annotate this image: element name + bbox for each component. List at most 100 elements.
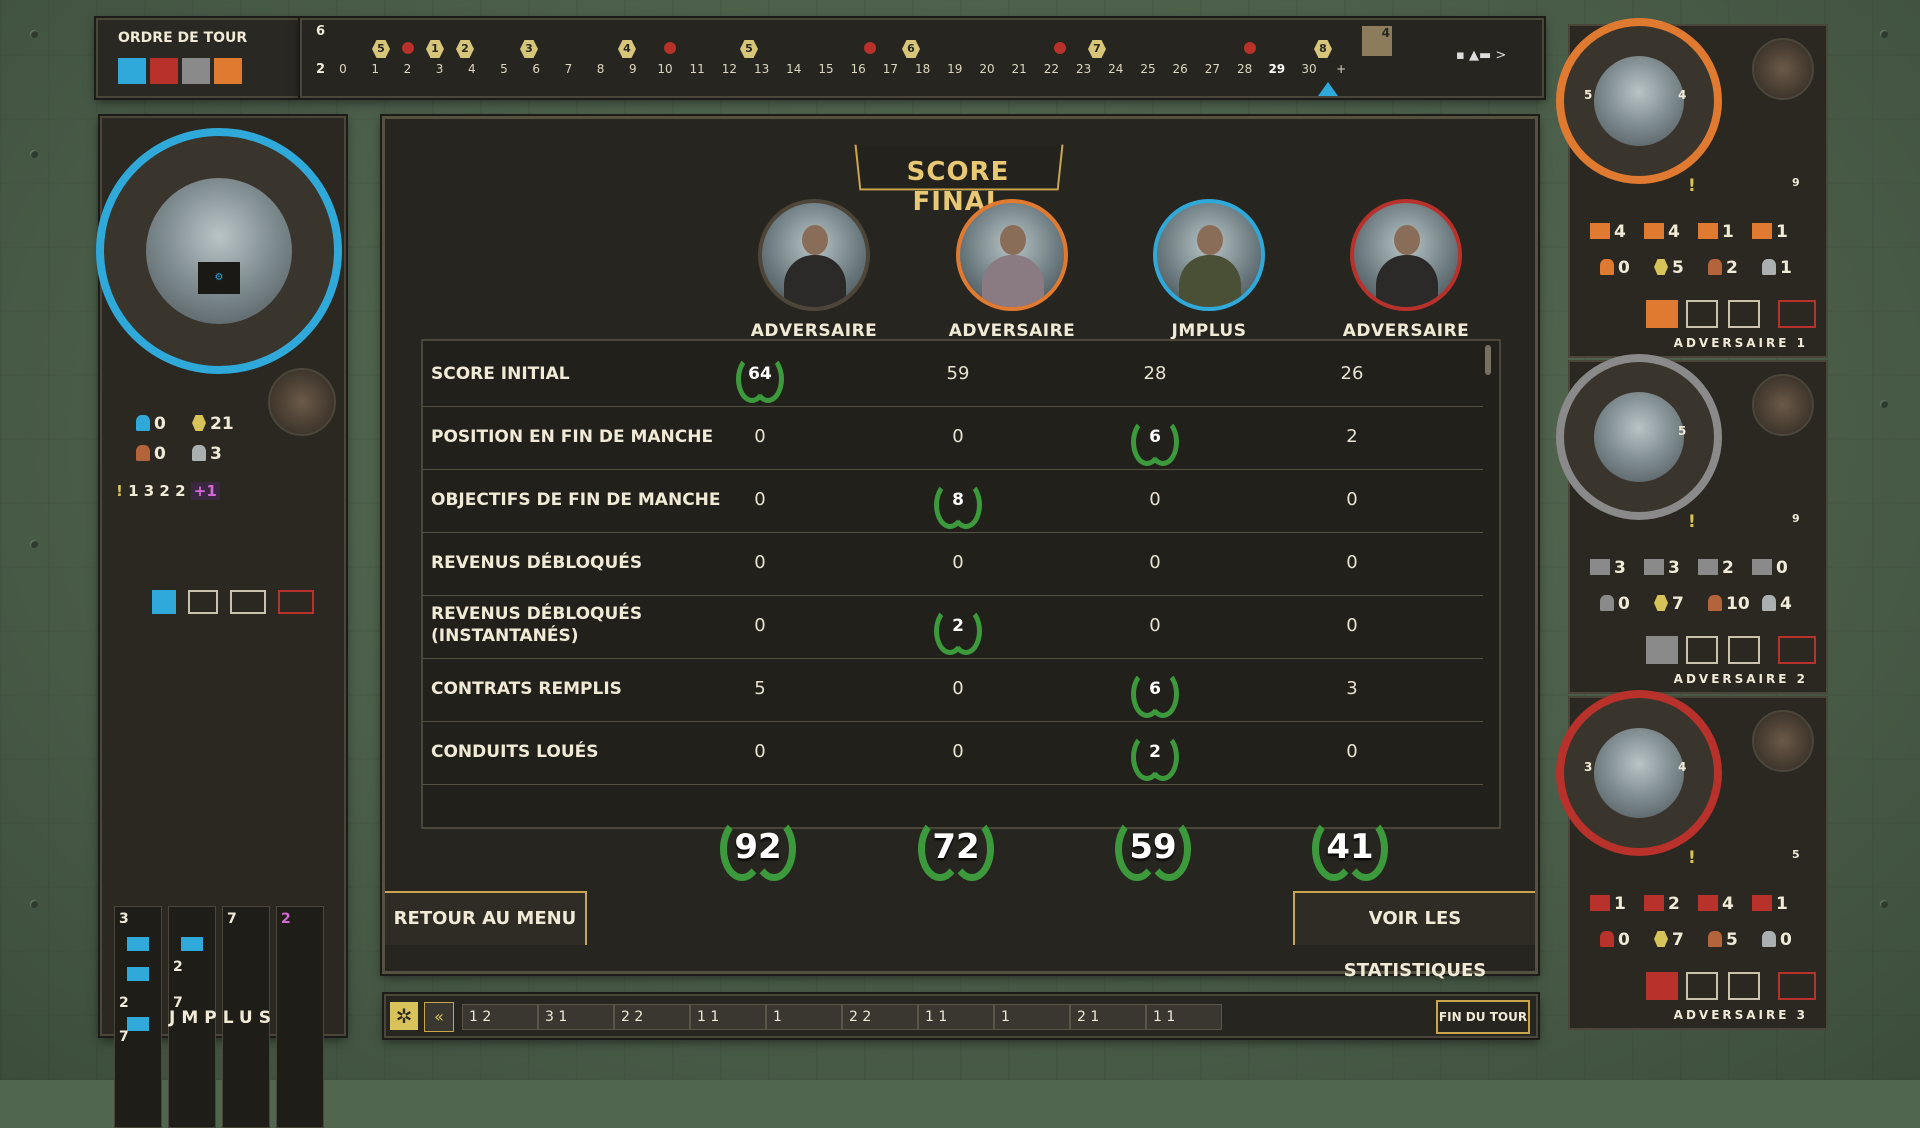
rivet xyxy=(30,540,38,548)
building-count: 3 xyxy=(1590,558,1626,578)
player-avatar xyxy=(268,368,336,436)
score-value: 0 xyxy=(952,426,964,447)
warning-icon: ! xyxy=(1688,176,1696,196)
row-label-text: POSITION EN FIN DE MANCHE xyxy=(431,427,714,447)
score-value: 6 xyxy=(1149,679,1161,699)
track-tick: 21 xyxy=(1011,62,1027,76)
history-action[interactable]: 2 1 xyxy=(1070,1004,1146,1030)
opponent-board[interactable]: 5! 9 3 3 2 0 0 7 10 4 ADVERSAIRE 2 xyxy=(1556,354,1828,694)
building-slot-active[interactable] xyxy=(152,590,176,614)
view-statistics-button[interactable]: VOIR LES STATISTIQUES xyxy=(1293,891,1535,981)
rewind-icon[interactable]: « xyxy=(424,1002,454,1032)
building-slot[interactable] xyxy=(1728,636,1760,664)
resource-count: 0 xyxy=(1600,594,1630,614)
player-name: JMPLUS xyxy=(1171,321,1247,341)
player-board-jmplus: ⚙ 0 21 0 3 ! 1 3 2 2 +1 3 2 7 2 7 7 2 JM… xyxy=(96,116,346,1128)
score-table[interactable]: SCORE INITIAL 64 59 28 26 POSITION EN FIN DE … xyxy=(421,339,1501,829)
row-label: POSITION EN FIN DE MANCHE xyxy=(431,426,713,448)
end-turn-button[interactable]: FIN DU TOUR xyxy=(1436,1000,1530,1034)
building-slot[interactable] xyxy=(1778,636,1816,664)
player-wheel[interactable]: ⚙ xyxy=(96,128,342,374)
card-count: 5 xyxy=(1792,848,1800,861)
building-slot[interactable] xyxy=(1728,300,1760,328)
track-tick: 14 xyxy=(786,62,802,76)
building-count: 3 xyxy=(1644,558,1680,578)
opponent-board[interactable]: 3 4! 5 1 2 4 1 0 7 5 0 ADVERSAIRE 3 xyxy=(1556,690,1828,1030)
score-value: 0 xyxy=(952,552,964,573)
track-tick: 8 xyxy=(596,62,605,76)
track-tick: 16 xyxy=(850,62,866,76)
building-count-value: 2 xyxy=(1722,558,1734,578)
track-badge: 5 xyxy=(740,40,758,58)
building-slot[interactable] xyxy=(188,590,218,614)
track-tick: 27 xyxy=(1204,62,1221,76)
player-name: JMPLUS xyxy=(169,1008,277,1028)
track-tick: 4 xyxy=(467,62,476,76)
row-label-text: REVENUS DÉBLOQUÉS xyxy=(431,553,643,573)
track-tick: 22 xyxy=(1043,62,1060,76)
opponent-wheel[interactable]: 34 xyxy=(1556,690,1722,856)
row-label-text: CONTRATS REMPLIS xyxy=(431,679,622,699)
history-action[interactable]: 2 2 xyxy=(842,1004,918,1030)
track-tick: 15 xyxy=(818,62,834,76)
score-row: CONTRATS REMPLIS 5 0 6 3 xyxy=(423,658,1483,722)
track-badge: 1 xyxy=(426,40,444,58)
building-slot[interactable] xyxy=(1778,972,1816,1000)
score-value: 28 xyxy=(1143,363,1167,384)
history-action[interactable]: 1 1 xyxy=(918,1004,994,1030)
resource-count-value: 7 xyxy=(1672,930,1684,950)
history-action[interactable]: 1 1 xyxy=(1146,1004,1222,1030)
track-value: 7 xyxy=(227,911,237,927)
score-value: 64 xyxy=(748,364,772,384)
laurel-badge: 64 xyxy=(734,353,786,403)
card-count: 9 xyxy=(1792,512,1800,525)
building-slot[interactable] xyxy=(1686,636,1718,664)
opponent-wheel[interactable]: 5 xyxy=(1556,354,1722,520)
back-to-menu-button[interactable]: RETOUR AU MENU xyxy=(385,891,587,945)
excavator-icon xyxy=(136,445,150,461)
building-slot[interactable] xyxy=(1778,300,1816,328)
history-action[interactable]: 1 xyxy=(766,1004,842,1030)
score-row: OBJECTIFS DE FIN DE MANCHE 0 8 0 0 xyxy=(423,469,1483,533)
resource-count-value: 0 xyxy=(1780,930,1792,950)
score-value: 5 xyxy=(754,678,766,699)
track-tick: 24 xyxy=(1108,62,1124,76)
opponent-building-slots xyxy=(1600,972,1816,1000)
opponent-wheel[interactable]: 54 xyxy=(1556,18,1722,184)
building-count: 2 xyxy=(1698,558,1734,578)
history-action[interactable]: 3 1 xyxy=(538,1004,614,1030)
track-slot xyxy=(181,937,203,951)
score-value: 3 xyxy=(1346,678,1358,699)
player-portrait xyxy=(1153,199,1265,311)
row-label: CONTRATS REMPLIS xyxy=(431,678,622,700)
score-value: 0 xyxy=(952,741,964,762)
building-count: 4 xyxy=(1698,894,1734,914)
track-summary-icon[interactable]: ▪ ▲▬ > xyxy=(1456,48,1526,68)
history-action[interactable]: 2 2 xyxy=(614,1004,690,1030)
track-badge: 8 xyxy=(1314,40,1332,58)
building-slot[interactable] xyxy=(1646,300,1678,328)
scrollbar[interactable] xyxy=(1485,345,1491,375)
track-tick: 10 xyxy=(657,62,673,76)
building-slot[interactable] xyxy=(1728,972,1760,1000)
resource-count: 4 xyxy=(1762,594,1792,614)
resource-count: 7 xyxy=(1654,594,1684,614)
track-slot xyxy=(127,967,149,981)
building-slot[interactable] xyxy=(1646,636,1678,664)
resource-count-value: 7 xyxy=(1672,594,1684,614)
opponent-board[interactable]: 5 4! 9 4 4 1 1 0 5 2 1 ADVERSAIRE 1 xyxy=(1556,18,1828,358)
settings-gear-icon[interactable]: ✲ xyxy=(390,1002,418,1030)
building-slot[interactable] xyxy=(1686,300,1718,328)
building-slot[interactable] xyxy=(1646,972,1678,1000)
track-tick: 12 xyxy=(721,62,738,76)
rivet xyxy=(30,900,38,908)
history-action[interactable]: 1 1 xyxy=(690,1004,766,1030)
history-action[interactable]: 1 2 xyxy=(462,1004,538,1030)
building-slot[interactable] xyxy=(1686,972,1718,1000)
building-slot-locked[interactable] xyxy=(278,590,314,614)
building-slot[interactable] xyxy=(230,590,266,614)
final-total: 41 xyxy=(1310,815,1390,881)
turn-order-player-3 xyxy=(182,58,210,84)
score-value: 0 xyxy=(754,552,766,573)
history-action[interactable]: 1 xyxy=(994,1004,1070,1030)
